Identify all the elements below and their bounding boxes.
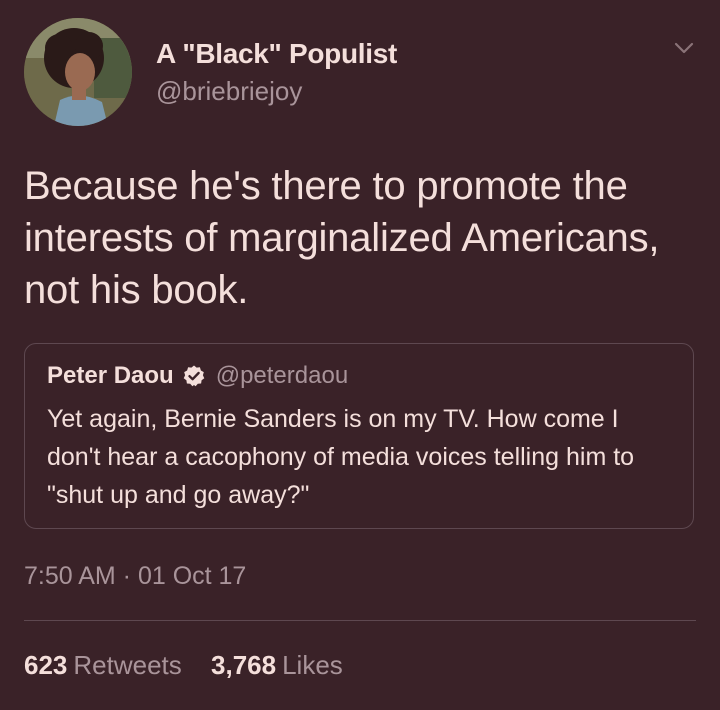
likes-count: 3,768 (211, 650, 277, 680)
tweet-card: A "Black" Populist @briebriejoy Because … (0, 0, 720, 710)
retweets-stat[interactable]: 623 Retweets (24, 650, 182, 681)
divider (24, 620, 696, 621)
likes-stat[interactable]: 3,768 Likes (211, 650, 343, 681)
quoted-author-handle: @peterdaou (215, 362, 349, 389)
quoted-tweet[interactable]: Peter Daou @peterdaou Yet again, Bernie … (24, 343, 694, 529)
likes-label: Likes (282, 650, 343, 680)
quoted-tweet-text: Yet again, Bernie Sanders is on my TV. H… (47, 405, 635, 509)
quoted-author-name: Peter Daou (47, 362, 174, 389)
retweets-label: Retweets (73, 650, 182, 680)
tweet-timestamp[interactable]: 7:50 AM · 01 Oct 17 (24, 562, 246, 591)
author-block[interactable]: A "Black" Populist @briebriejoy (156, 38, 397, 107)
quoted-tweet-header: Peter Daou @peterdaou (47, 362, 348, 390)
author-handle[interactable]: @briebriejoy (156, 76, 397, 107)
chevron-down-icon[interactable] (672, 36, 696, 60)
tweet-text: Because he's there to promote the intere… (24, 164, 660, 312)
avatar-image (24, 18, 132, 126)
avatar[interactable] (24, 18, 132, 126)
engagement-stats: 623 Retweets 3,768 Likes (24, 650, 365, 681)
author-display-name[interactable]: A "Black" Populist (156, 38, 397, 70)
verified-badge-icon (182, 364, 206, 388)
retweets-count: 623 (24, 650, 68, 680)
